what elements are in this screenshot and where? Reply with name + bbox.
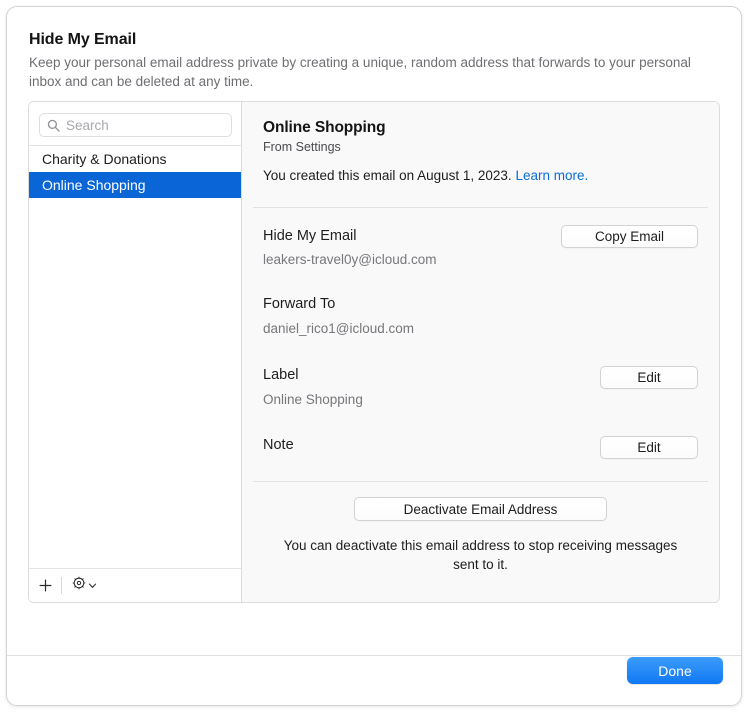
search-field-container [39, 113, 232, 137]
label-field-value: Online Shopping [263, 392, 363, 407]
learn-more-link[interactable]: Learn more. [515, 168, 588, 183]
email-list[interactable]: Charity & Donations Online Shopping [29, 145, 241, 569]
hide-my-email-value: leakers-travel0y@icloud.com [263, 252, 437, 267]
copy-email-button[interactable]: Copy Email [561, 225, 698, 248]
chevron-down-icon [88, 577, 97, 595]
search-field[interactable] [39, 113, 232, 137]
list-item-online-shopping[interactable]: Online Shopping [29, 172, 241, 198]
sidebar-toolbar [29, 568, 241, 602]
created-date-line: You created this email on August 1, 2023… [263, 168, 588, 183]
search-input[interactable] [66, 118, 216, 133]
footer-separator [7, 655, 741, 656]
done-button[interactable]: Done [627, 657, 723, 684]
list-item-charity-donations[interactable]: Charity & Donations [29, 146, 241, 172]
label-field-label: Label [263, 367, 298, 383]
deactivate-description: You can deactivate this email address to… [270, 536, 691, 574]
detail-source: From Settings [263, 140, 341, 154]
separator-bottom [253, 481, 708, 482]
page-title: Hide My Email [29, 31, 136, 49]
edit-label-button[interactable]: Edit [600, 366, 698, 389]
forward-to-value: daniel_rico1@icloud.com [263, 321, 414, 336]
edit-note-button[interactable]: Edit [600, 436, 698, 459]
note-field-label: Note [263, 437, 294, 453]
created-date-text: You created this email on August 1, 2023… [263, 168, 512, 183]
deactivate-email-button[interactable]: Deactivate Email Address [354, 497, 607, 521]
sidebar: Charity & Donations Online Shopping [29, 102, 242, 602]
detail-title: Online Shopping [263, 119, 386, 137]
search-icon [47, 119, 60, 132]
forward-to-label: Forward To [263, 296, 335, 312]
detail-pane: Online Shopping From Settings You create… [242, 102, 719, 602]
page-description: Keep your personal email address private… [29, 53, 717, 91]
add-email-button[interactable] [29, 570, 61, 602]
hide-my-email-window: Hide My Email Keep your personal email a… [6, 6, 742, 706]
actions-menu-button[interactable] [62, 570, 106, 602]
hide-my-email-label: Hide My Email [263, 228, 356, 244]
gear-icon [72, 576, 86, 595]
separator-top [253, 207, 708, 208]
split-view: Charity & Donations Online Shopping [28, 101, 720, 603]
